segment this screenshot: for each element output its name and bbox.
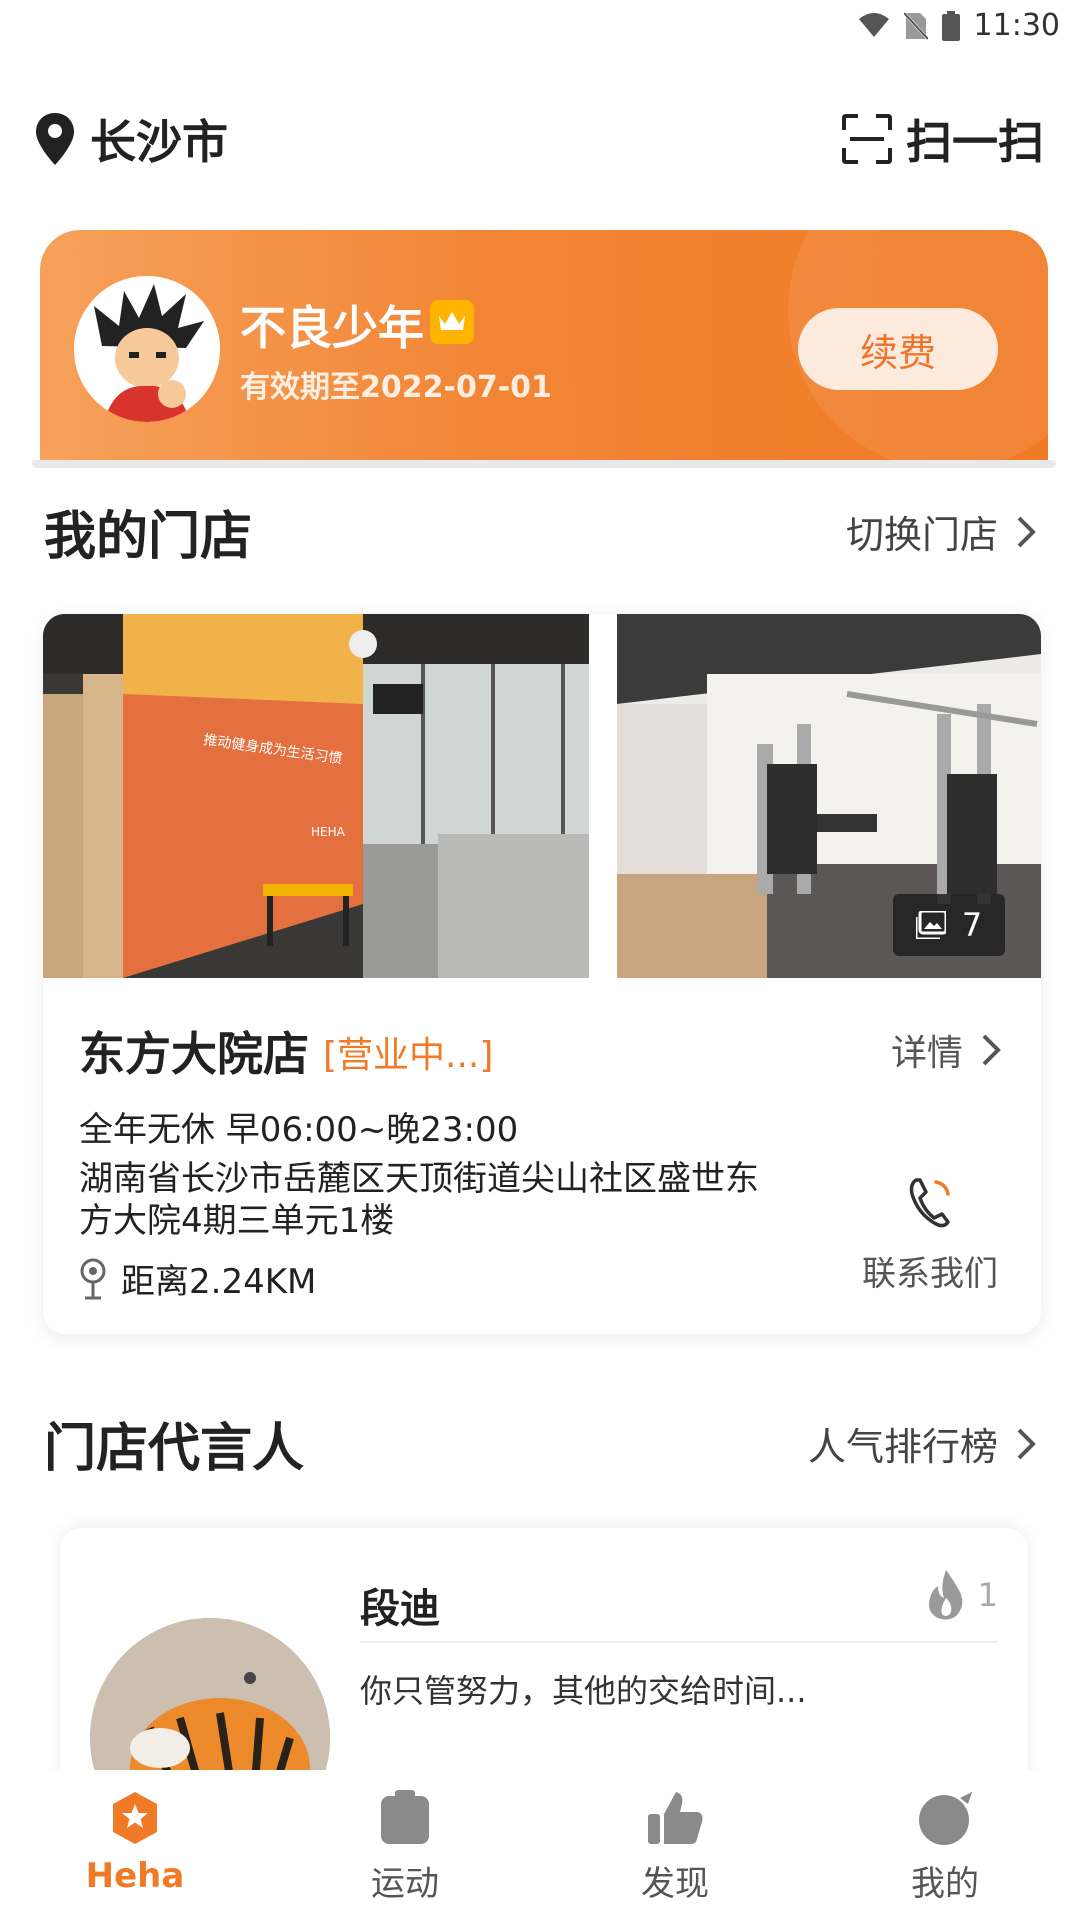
switch-store-link[interactable]: 切换门店	[846, 504, 1036, 559]
store-card[interactable]: 推动健身成为生活习惯 HEHA 7 东方大院店 [营业中...] 详情 全年无休…	[43, 614, 1041, 1334]
wall-logo: HEHA	[311, 825, 346, 839]
tiger-avatar-image	[90, 1618, 330, 1788]
popularity-value: 1	[977, 1576, 998, 1614]
nav-mine[interactable]: 我的	[810, 1770, 1080, 1920]
card-shadow	[32, 460, 1056, 468]
profile-icon	[915, 1788, 975, 1848]
status-bar: 11:30	[0, 0, 1080, 52]
section-title-ambassador: 门店代言人	[44, 1419, 305, 1479]
store-name: 东方大院店	[79, 1027, 309, 1081]
store-address: 湖南省长沙市岳麓区天顶街道尖山社区盛世东方大院4期三单元1楼	[79, 1159, 759, 1241]
contact-us-button[interactable]: 联系我们	[855, 1174, 1005, 1295]
image-gallery-icon	[915, 911, 946, 939]
store-detail-label: 详情	[890, 1033, 963, 1074]
wifi-icon	[858, 12, 889, 37]
thumbs-up-icon	[645, 1788, 705, 1848]
scan-button[interactable]: 扫一扫	[842, 106, 1044, 172]
store-photo-reception[interactable]: 推动健身成为生活习惯 HEHA	[43, 614, 589, 978]
membership-expire: 有效期至2022-07-01	[240, 370, 552, 405]
nav-label-discover: 发现	[641, 1864, 709, 1904]
bottom-navigation: Heha 运动 发现 我的	[0, 1770, 1080, 1920]
nav-label-heha: Heha	[85, 1856, 185, 1896]
photo-count: 7	[961, 906, 983, 944]
no-sim-icon	[903, 11, 928, 40]
status-time: 11:30	[973, 8, 1060, 43]
divider	[360, 1641, 998, 1643]
chevron-right-icon	[1017, 1428, 1036, 1459]
user-avatar[interactable]	[74, 276, 220, 422]
vip-crown-icon	[430, 300, 474, 344]
member-card[interactable]: 不良少年 有效期至2022-07-01 续费	[40, 230, 1048, 462]
store-photo-equipment[interactable]: 7	[617, 614, 1041, 978]
ambassador-avatar[interactable]	[90, 1618, 330, 1788]
ambassador-name: 段迪	[360, 1586, 440, 1632]
photo-count-badge[interactable]: 7	[893, 894, 1005, 956]
renew-button[interactable]: 续费	[798, 308, 998, 390]
battery-icon	[941, 10, 960, 41]
my-store-section-header: 我的门店 切换门店	[44, 494, 1036, 574]
fire-icon	[928, 1570, 962, 1620]
popularity-count: 1	[926, 1570, 998, 1620]
store-distance: 距离2.24KM	[79, 1254, 316, 1303]
ambassador-quote: 你只管努力，其他的交给时间...	[360, 1672, 807, 1710]
nav-heha[interactable]: Heha	[0, 1770, 270, 1920]
chevron-right-icon	[1017, 516, 1036, 547]
distance-pin-icon	[80, 1258, 106, 1299]
nav-sport[interactable]: 运动	[270, 1770, 540, 1920]
member-name: 不良少年	[240, 301, 424, 355]
nav-discover[interactable]: 发现	[540, 1770, 810, 1920]
store-hours: 全年无休 早06:00~晚23:00	[79, 1110, 519, 1150]
heha-star-icon	[105, 1788, 165, 1848]
switch-store-label: 切换门店	[845, 513, 998, 557]
scan-icon	[842, 114, 892, 164]
store-detail-link[interactable]: 详情	[891, 1024, 1001, 1076]
gym-reception-image: 推动健身成为生活习惯 HEHA	[43, 614, 589, 978]
section-title-my-store: 我的门店	[44, 507, 253, 567]
city-label: 长沙市	[90, 115, 228, 169]
store-status-badge: [营业中...]	[323, 1035, 494, 1076]
distance-label: 距离2.24KM	[121, 1262, 317, 1302]
location-pin-icon	[36, 113, 74, 165]
phone-icon	[909, 1178, 950, 1228]
popularity-ranking-link[interactable]: 人气排行榜	[808, 1416, 1036, 1471]
ambassador-section-header: 门店代言人 人气排行榜	[44, 1406, 1036, 1486]
nav-label-mine: 我的	[911, 1864, 979, 1904]
ranking-label: 人气排行榜	[807, 1425, 998, 1469]
ambassador-card[interactable]: 段迪 1 你只管努力，其他的交给时间...	[60, 1528, 1028, 1788]
city-selector[interactable]: 长沙市	[36, 106, 228, 172]
contact-us-label: 联系我们	[862, 1254, 998, 1294]
nav-label-sport: 运动	[371, 1864, 439, 1904]
status-icons: 11:30	[858, 8, 1060, 43]
clipboard-icon	[375, 1788, 435, 1848]
header: 长沙市 扫一扫	[36, 100, 1044, 180]
scan-label: 扫一扫	[906, 115, 1044, 169]
chevron-right-icon	[982, 1034, 1001, 1066]
cartoon-avatar-image	[74, 276, 220, 422]
